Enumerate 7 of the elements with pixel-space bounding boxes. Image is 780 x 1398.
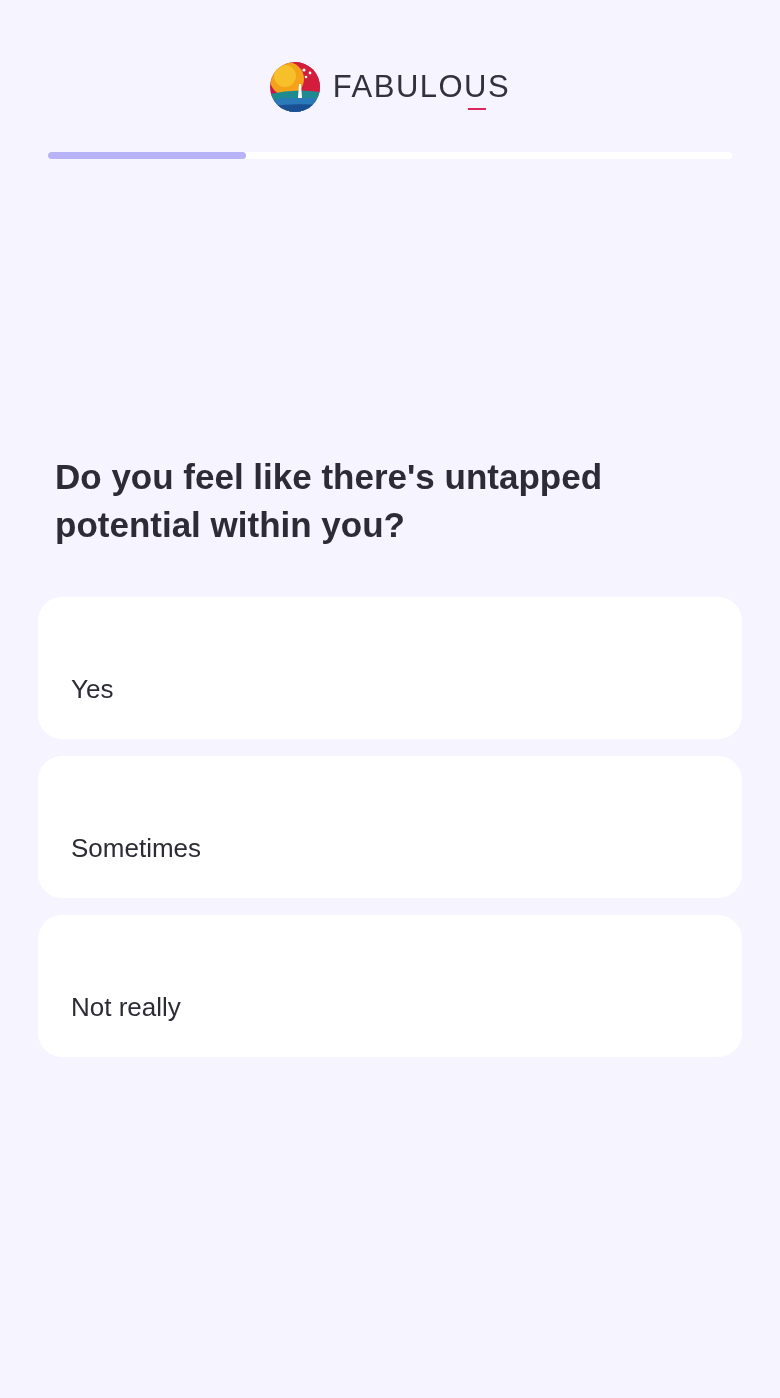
logo-icon [269,62,320,112]
question-title: Do you feel like there's untapped potential within you? [55,456,604,546]
accent-underline-icon [468,108,487,110]
answer-option[interactable]: Sometimes [38,756,742,898]
answer-option[interactable]: Yes [38,597,742,739]
logo-wordmark: FABULOUS [332,69,511,105]
answer-option[interactable]: Not really [38,915,742,1057]
